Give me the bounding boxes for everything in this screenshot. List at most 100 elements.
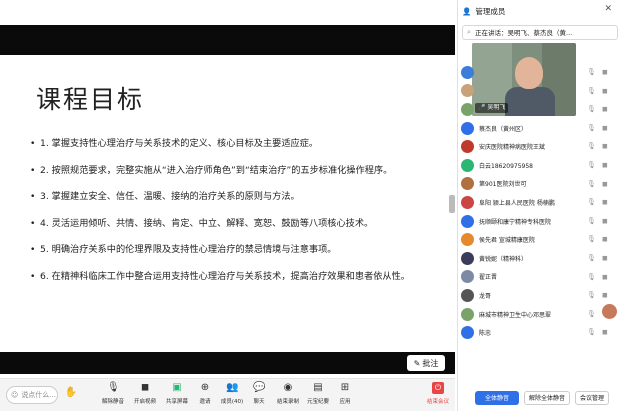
invite-button[interactable]: ⊕ 邀请: [190, 382, 220, 410]
exit-icon: ⏻: [432, 382, 444, 394]
member-name: 第901医院刘世可: [479, 181, 527, 189]
member-mic-icon[interactable]: 🎙: [587, 310, 596, 318]
start-video-button[interactable]: ◼ 开启视频: [130, 382, 160, 410]
member-video-icon[interactable]: ◼: [602, 291, 608, 299]
speaking-indicator: 正在讲话：吴明飞、蔡杰良（黄...: [475, 29, 573, 37]
member-mic-icon[interactable]: 🎙: [587, 254, 596, 262]
member-mic-icon[interactable]: 🎙: [587, 235, 596, 243]
chat-button[interactable]: 💬 聊天: [244, 382, 274, 410]
member-row[interactable]: 第901医院刘世可 🎙 ◼: [457, 175, 620, 194]
members-icon: 👥: [226, 382, 239, 393]
member-row[interactable]: 麻城市精神卫生中心邓思翠🎙◼: [457, 305, 620, 324]
mic-muted-icon: 🎙: [107, 382, 120, 393]
member-avatar: [461, 121, 474, 135]
stop-recording-button[interactable]: ◉ 结束录制: [273, 382, 303, 410]
member-mic-icon[interactable]: 🎙: [587, 105, 596, 113]
member-avatar: [461, 177, 474, 191]
raise-hand-icon[interactable]: ✋: [64, 387, 78, 403]
member-avatar: [461, 251, 474, 265]
member-row[interactable]: 龙哥 🎙 ◼: [457, 286, 620, 305]
meeting-notes-button[interactable]: ▤ 元宝纪要: [303, 382, 333, 410]
member-row[interactable]: 黄锐妮（精神科） 🎙 ◼: [457, 249, 620, 268]
share-screen-icon: ▣: [172, 382, 182, 393]
member-video-icon[interactable]: ◼: [602, 87, 608, 95]
member-mic-icon[interactable]: 🎙: [587, 198, 596, 206]
member-video-icon[interactable]: ◼: [602, 198, 608, 206]
member-row[interactable]: 🎙 ◼: [457, 100, 620, 119]
member-name: 麻城市精神卫生中心邓思翠: [479, 311, 552, 319]
member-avatar: [461, 214, 474, 228]
member-row[interactable]: 🎙 ◼: [457, 82, 620, 101]
invite-icon: ⊕: [200, 382, 210, 393]
panel-collapse-handle[interactable]: [449, 195, 455, 213]
search-icon: ⌕: [467, 28, 471, 36]
member-row[interactable]: 白云18620975958 🎙 ◼: [457, 156, 620, 175]
member-row[interactable]: 安庆医院精神病医院王斌 🎙 ◼: [457, 137, 620, 156]
member-video-icon[interactable]: ◼: [602, 328, 608, 336]
member-row[interactable]: 翟正晋 🎙 ◼: [457, 268, 620, 287]
member-avatar: [461, 233, 474, 247]
member-mic-icon[interactable]: 🎙: [587, 180, 596, 188]
member-name: 龙哥: [479, 292, 492, 300]
unmute-all-button[interactable]: 解除全体静音: [524, 390, 571, 405]
panel-title: 管理成员: [475, 6, 506, 16]
mute-all-button[interactable]: 全体静音: [475, 390, 519, 405]
member-mic-icon[interactable]: 🎙: [587, 291, 596, 299]
member-row[interactable]: 蔡杰良（黄州区） 🎙 ◼: [457, 119, 620, 138]
member-video-icon[interactable]: ◼: [602, 180, 608, 188]
member-avatar: [461, 326, 474, 340]
member-video-icon[interactable]: ◼: [602, 217, 608, 225]
member-mic-icon[interactable]: 🎙: [587, 87, 596, 95]
member-mic-icon[interactable]: 🎙: [587, 273, 596, 281]
member-row[interactable]: 阜阳 颍上县人民医院 杨楠鹏 🎙 ◼: [457, 193, 620, 212]
member-name: 陈忠: [479, 330, 492, 338]
annotate-button[interactable]: ✎ 批注: [407, 355, 445, 371]
member-row[interactable]: 陈忠 🎙 ◼: [457, 323, 620, 342]
bullet-1: • 1. 掌握支持性心理治疗与关系技术的定义、核心目标及主要适应症。: [30, 138, 319, 149]
member-mic-icon[interactable]: 🎙: [587, 217, 596, 225]
member-video-icon[interactable]: ◼: [602, 161, 608, 169]
member-name: 翟正晋: [479, 274, 498, 282]
member-row[interactable]: 侯先君 宣城精康医院 🎙 ◼: [457, 230, 620, 249]
shared-slide: 课程目标 • 1. 掌握支持性心理治疗与关系技术的定义、核心目标及主要适应症。 •…: [0, 0, 455, 380]
member-avatar: [461, 195, 474, 209]
record-icon: ◉: [283, 382, 293, 393]
member-video-icon[interactable]: ◼: [602, 124, 608, 132]
chat-quick-input[interactable]: ☺ 说点什么...: [6, 386, 58, 404]
letterbox-bottom: [0, 352, 455, 374]
slide-title: 课程目标: [36, 85, 145, 114]
member-avatar: [461, 140, 474, 154]
member-avatar: [461, 307, 474, 321]
share-screen-button[interactable]: ▣ 共享屏幕: [162, 382, 192, 410]
member-video-icon[interactable]: ◼: [602, 68, 608, 76]
member-row[interactable]: 🎙 ◼: [457, 63, 620, 82]
bullet-4: • 4. 灵活运用倾听、共情、接纳、肯定、中立、解释、宽恕、鼓励等八项核心技术。: [30, 217, 374, 229]
meeting-manage-button[interactable]: 会议管理: [575, 390, 610, 405]
member-row[interactable]: 抚顺颐和康宁精神专科医院 🎙 ◼: [457, 212, 620, 231]
smile-icon: ☺: [11, 391, 19, 399]
member-video-icon[interactable]: ◼: [602, 273, 608, 281]
member-avatar: [461, 270, 474, 284]
member-mic-icon[interactable]: 🎙: [587, 142, 596, 150]
member-video-icon[interactable]: ◼: [602, 142, 608, 150]
letterbox-top: [0, 25, 455, 55]
floating-avatar[interactable]: [601, 303, 618, 320]
members-button[interactable]: 👥 成员(40): [217, 382, 247, 410]
member-video-icon[interactable]: ◼: [602, 105, 608, 113]
member-name: 侯先君 宣城精康医院: [479, 237, 535, 245]
bullet-5: • 5. 明确治疗关系中的伦理界限及支持性心理治疗的禁忌情境与注意事项。: [30, 244, 337, 255]
end-meeting-button[interactable]: ⏻ 结束会议: [424, 382, 452, 410]
member-avatar: [461, 65, 474, 79]
close-icon[interactable]: ✕: [604, 4, 612, 14]
apps-button[interactable]: ⊞ 应用: [330, 382, 360, 410]
unmute-button[interactable]: 🎙 解除静音: [98, 382, 128, 410]
member-mic-icon[interactable]: 🎙: [587, 68, 596, 76]
member-mic-icon[interactable]: 🎙: [587, 328, 596, 336]
pen-icon: ✎: [413, 358, 421, 368]
member-video-icon[interactable]: ◼: [602, 254, 608, 262]
member-name: 蔡杰良（黄州区）: [479, 125, 528, 133]
member-video-icon[interactable]: ◼: [602, 235, 608, 243]
member-name: 白云18620975958: [479, 162, 533, 170]
member-mic-icon[interactable]: 🎙: [587, 161, 596, 169]
member-mic-icon[interactable]: 🎙: [587, 124, 596, 132]
